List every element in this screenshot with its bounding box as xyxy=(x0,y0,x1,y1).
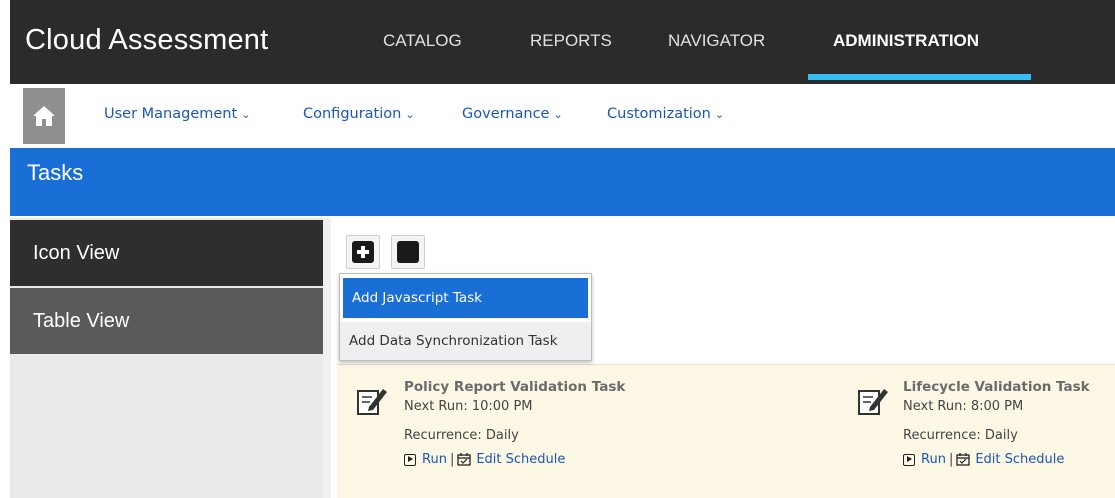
play-icon xyxy=(404,453,416,466)
task-actions: Run | Edit Schedule xyxy=(404,452,565,467)
menu-item-add-data-synchronization-task[interactable]: Add Data Synchronization Task xyxy=(340,322,591,360)
subnav-label: Governance xyxy=(462,106,550,122)
chevron-down-icon: ⌄ xyxy=(553,108,563,121)
separator: | xyxy=(948,452,954,467)
side-item-label: Icon View xyxy=(33,241,120,264)
task-next-run: Next Run: 10:00 PM xyxy=(404,399,533,414)
side-item-label: Table View xyxy=(33,309,130,332)
chevron-down-icon: ⌄ xyxy=(405,108,415,121)
edit-task-icon xyxy=(357,389,387,415)
subnav-configuration[interactable]: Configuration ⌄ xyxy=(303,106,415,122)
app-title: Cloud Assessment xyxy=(25,24,269,56)
chevron-down-icon: ⌄ xyxy=(241,108,251,121)
plus-square-icon xyxy=(352,241,374,263)
home-button[interactable] xyxy=(23,88,65,144)
panel-divider xyxy=(323,218,331,498)
subnav-governance[interactable]: Governance ⌄ xyxy=(462,106,563,122)
task-name[interactable]: Lifecycle Validation Task xyxy=(903,379,1090,395)
edit-schedule-link[interactable]: Edit Schedule xyxy=(975,452,1064,467)
task-recurrence: Recurrence: Daily xyxy=(903,428,1018,443)
run-link[interactable]: Run xyxy=(921,452,946,467)
run-link[interactable]: Run xyxy=(422,452,447,467)
stop-button[interactable] xyxy=(391,235,425,269)
active-tab-indicator xyxy=(808,74,1031,80)
nav-catalog[interactable]: CATALOG xyxy=(383,31,462,51)
add-task-button[interactable] xyxy=(346,235,380,269)
add-task-dropdown: Add Javascript Task Add Data Synchroniza… xyxy=(339,273,592,361)
subnav-label: Configuration xyxy=(303,106,402,122)
task-name[interactable]: Policy Report Validation Task xyxy=(404,379,625,395)
play-icon xyxy=(903,453,915,466)
task-actions: Run | Edit Schedule xyxy=(903,452,1064,467)
window-edge xyxy=(0,0,10,84)
subnav-user-management[interactable]: User Management ⌄ xyxy=(104,106,250,122)
menu-item-add-javascript-task[interactable]: Add Javascript Task xyxy=(343,278,588,318)
edit-task-icon xyxy=(858,389,888,415)
subnav-label: User Management xyxy=(104,106,238,122)
calendar-icon xyxy=(956,453,970,466)
home-icon xyxy=(33,106,55,126)
nav-reports[interactable]: REPORTS xyxy=(530,31,612,51)
side-item-table-view[interactable]: Table View xyxy=(10,288,323,354)
task-next-run: Next Run: 8:00 PM xyxy=(903,399,1024,414)
task-recurrence: Recurrence: Daily xyxy=(404,428,519,443)
calendar-icon xyxy=(457,453,471,466)
edit-schedule-link[interactable]: Edit Schedule xyxy=(476,452,565,467)
subnav-label: Customization xyxy=(607,106,711,122)
subnav-customization[interactable]: Customization ⌄ xyxy=(607,106,724,122)
page-header: Tasks xyxy=(10,148,1115,216)
nav-administration[interactable]: ADMINISTRATION xyxy=(833,31,979,51)
side-item-icon-view[interactable]: Icon View xyxy=(10,220,323,286)
square-icon xyxy=(397,241,419,263)
page-title: Tasks xyxy=(27,160,84,185)
chevron-down-icon: ⌄ xyxy=(714,108,725,121)
nav-navigator[interactable]: NAVIGATOR xyxy=(668,31,765,51)
separator: | xyxy=(449,452,455,467)
